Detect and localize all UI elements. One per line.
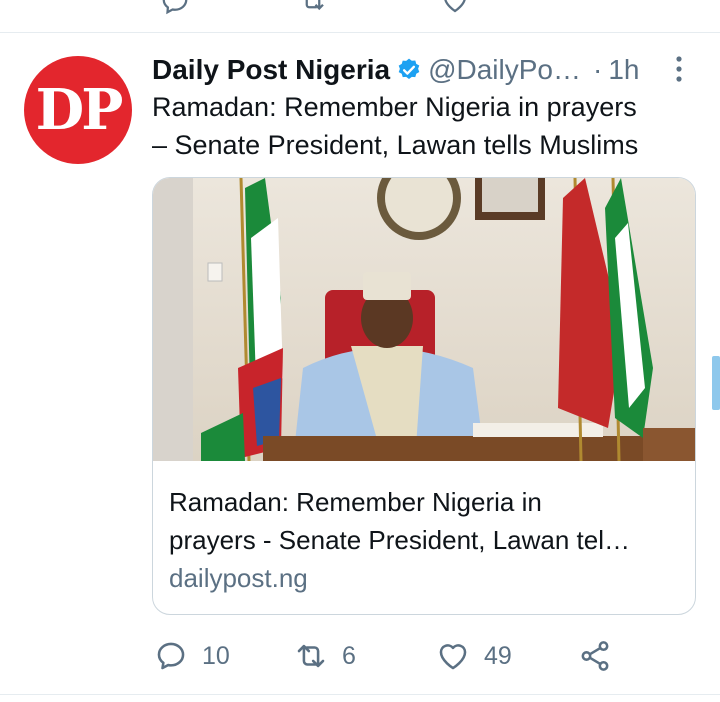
separator-dot: · [593,54,603,85]
card-title-line: prayers - Senate President, Lawan tel… [169,525,631,555]
retweet-button[interactable]: 6 [294,634,356,678]
link-card[interactable]: Ramadan: Remember Nigeria in prayers - S… [152,177,696,615]
like-count: 49 [484,641,512,670]
tweet-text: Ramadan: Remember Nigeria in prayers – S… [152,88,712,164]
retweet-count: 6 [342,641,356,670]
tweet-text-line: – Senate President, Lawan tells Muslims [152,130,639,160]
previous-tweet-actions [0,0,720,20]
user-handle[interactable]: @DailyPo… [428,54,581,86]
card-title: Ramadan: Remember Nigeria in prayers - S… [169,483,684,559]
avatar-logo-text: DP [35,77,124,143]
reply-icon [157,642,185,670]
tweet-divider-bottom [0,694,720,695]
like-button[interactable]: 49 [436,634,512,678]
card-image [153,178,695,461]
more-icon[interactable] [666,54,692,84]
avatar[interactable]: DP [24,56,132,164]
like-icon [439,644,467,670]
reply-button[interactable]: 10 [154,634,230,678]
timestamp[interactable]: 1h [608,54,639,86]
tweet-text-line: Ramadan: Remember Nigeria in prayers [152,92,637,122]
card-domain: dailypost.ng [169,563,308,593]
tweet-header: Daily Post Nigeria @DailyPo… · 1h [152,52,712,88]
scrollbar-thumb[interactable] [712,356,720,410]
reply-icon[interactable] [160,0,190,16]
like-icon[interactable] [440,0,470,16]
tweet-divider-top [0,32,720,33]
retweet-icon[interactable] [298,0,328,16]
share-button[interactable] [578,634,612,678]
share-icon [581,641,609,671]
card-title-line: Ramadan: Remember Nigeria in [169,487,542,517]
display-name[interactable]: Daily Post Nigeria [152,54,390,86]
retweet-icon [297,644,325,668]
verified-icon [398,58,420,79]
share-icon[interactable] [582,0,612,16]
tweet-actions: 10 6 49 [150,634,670,678]
reply-count: 10 [202,641,230,670]
